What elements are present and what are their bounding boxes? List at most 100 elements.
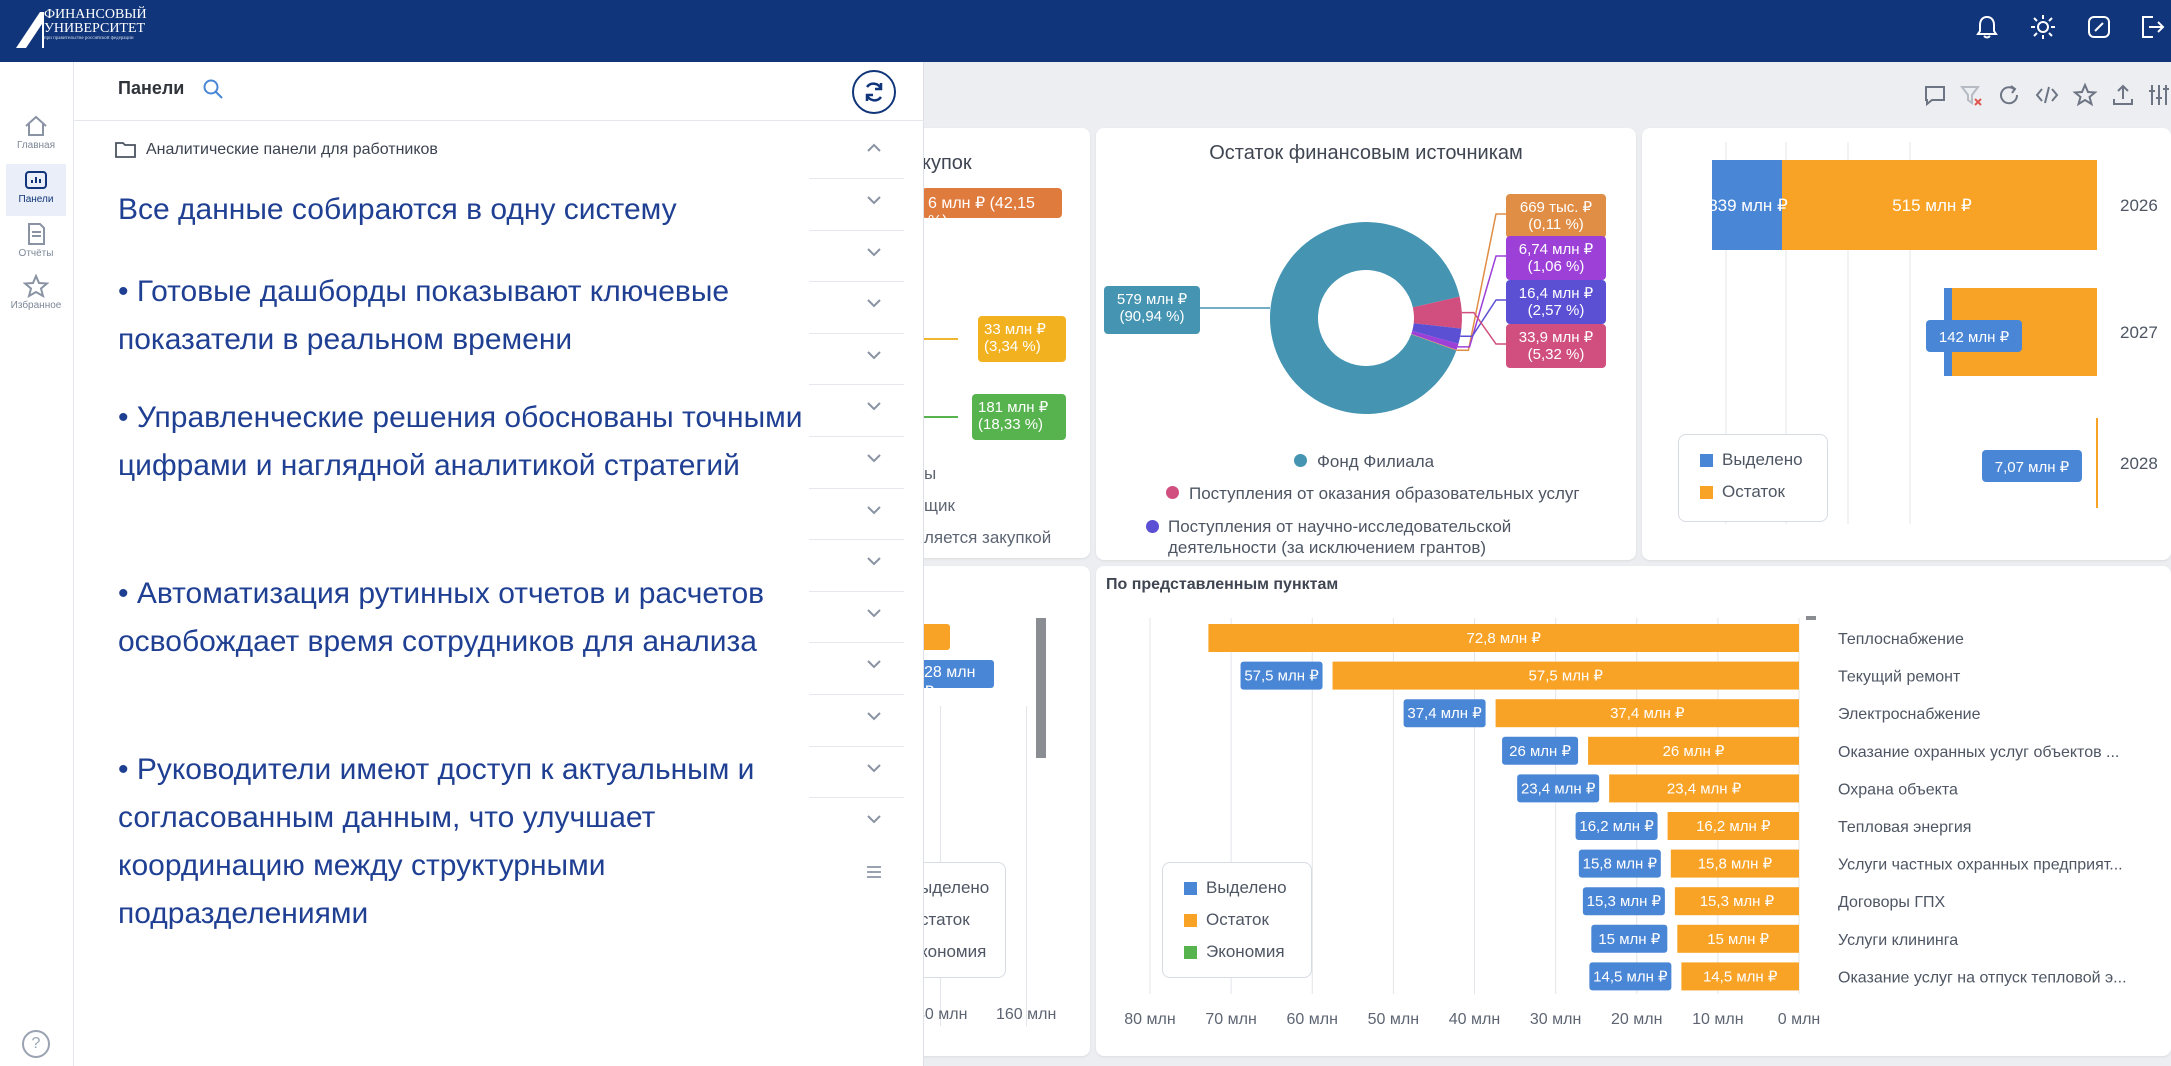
legend-item-remaining[interactable]: Остаток: [1184, 910, 1269, 930]
settings-sliders-icon[interactable]: [2146, 82, 2171, 108]
nav-home[interactable]: Главная: [6, 110, 66, 162]
donut-chart[interactable]: 579 млн ₽(90,94 %) 669 тыс. ₽(0,11 %) 6,74…: [1096, 168, 1636, 468]
bar-label: 26 млн ₽: [1663, 743, 1725, 760]
category-label: Текущий ремонт: [1838, 669, 1961, 686]
legend-square: [1184, 914, 1197, 927]
legend-item-allocated[interactable]: Выделено: [1184, 878, 1287, 898]
code-icon[interactable]: [2034, 82, 2060, 108]
bar-label: 16,2 млн ₽: [1696, 818, 1771, 835]
nav-panels-label: Панели: [18, 194, 54, 205]
chevron-down-icon[interactable]: [864, 448, 884, 468]
help-button[interactable]: ?: [22, 1030, 50, 1058]
chevron-down-icon[interactable]: [864, 758, 884, 778]
comment-icon[interactable]: [1922, 82, 1948, 108]
legend-item-savings[interactable]: Экономия: [1184, 942, 1285, 962]
bar-label: 37,4 млн ₽: [1407, 705, 1482, 722]
slice-label: (0,11 %): [1528, 216, 1584, 233]
search-icon[interactable]: [202, 78, 224, 100]
row-divider: [809, 590, 904, 592]
logout-icon[interactable]: [2136, 12, 2166, 42]
bar-label[interactable]: 28 млн ₽: [918, 660, 994, 701]
filter-clear-icon[interactable]: [1958, 82, 1984, 108]
axis-tick: 70 млн: [1205, 1011, 1256, 1028]
menu-icon[interactable]: [864, 862, 884, 882]
star-icon[interactable]: [2072, 82, 2098, 108]
slice-label: 579 млн ₽: [1117, 291, 1188, 308]
legend-label: Экономия: [1206, 942, 1285, 961]
chevron-down-icon[interactable]: [864, 190, 884, 210]
nav-reports-label: Отчёты: [18, 248, 54, 259]
refresh-button[interactable]: [852, 70, 896, 114]
legend-fragment[interactable]: ыделено: [920, 878, 989, 898]
scrollbar-thumb[interactable]: [1806, 616, 1816, 620]
home-icon: [25, 115, 47, 136]
funding-sources-card: Остаток финансовым источникам 579 млн ₽(…: [1096, 128, 1636, 560]
axis-tick: 60 млн: [1287, 1011, 1338, 1028]
nav-favorites[interactable]: Избранное: [6, 270, 66, 322]
category-label: Услуги частных охранных предприят...: [1838, 857, 2123, 874]
row-divider: [809, 745, 904, 747]
chevron-up-icon[interactable]: [864, 138, 884, 158]
folder-row[interactable]: Аналитические панели для работников: [114, 134, 904, 168]
category-label: Услуги клининга: [1838, 932, 1958, 949]
row-divider: [809, 797, 904, 799]
chevron-down-icon[interactable]: [864, 551, 884, 571]
legend-fragment[interactable]: статок: [920, 910, 970, 930]
legend-square: [1184, 882, 1197, 895]
legend-item[interactable]: Поступления от оказания образовательных …: [1166, 484, 1580, 504]
slice-label: 16,4 млн ₽: [1519, 285, 1594, 302]
bar-label: 57,5 млн ₽: [1529, 668, 1604, 685]
slice-label: (1,06 %): [1528, 258, 1585, 275]
bar-remaining[interactable]: [2096, 418, 2098, 508]
legend-fragment: ляется закупкой: [924, 528, 1052, 547]
scrollbar-thumb[interactable]: [1036, 618, 1046, 758]
edit-icon[interactable]: [2084, 12, 2114, 42]
text-bullet-3: • Автоматизация рутинных отчетов и расче…: [118, 577, 765, 658]
legend-square: [1700, 486, 1713, 499]
legend-item[interactable]: Поступления от научно-исследовательской …: [1146, 516, 1511, 558]
chevron-down-icon[interactable]: [864, 500, 884, 520]
legend-label: Поступления от оказания образовательных …: [1189, 484, 1580, 503]
row-divider: [809, 642, 904, 644]
text-bullet-4: • Руководители имеют доступ к актуальным…: [118, 753, 755, 930]
chevron-down-icon[interactable]: [864, 345, 884, 365]
legend-fragment[interactable]: кономия: [920, 942, 986, 962]
bell-icon[interactable]: [1972, 12, 2002, 42]
bar-label: 15 млн ₽: [1598, 931, 1660, 948]
logo-text: ФИНАНСОВЫЙ УНИВЕРСИТЕТ при правительстве…: [44, 7, 147, 42]
legend-label: Остаток: [1206, 910, 1269, 929]
bar-label: 515 млн ₽: [1892, 196, 1972, 215]
chevron-down-icon[interactable]: [864, 809, 884, 829]
axis-tick: 50 млн: [1368, 1011, 1419, 1028]
upload-icon[interactable]: [2110, 82, 2136, 108]
refresh-icon[interactable]: [1996, 82, 2022, 108]
chevron-down-icon[interactable]: [864, 396, 884, 416]
legend-label: Выделено: [1722, 450, 1803, 469]
bar-label: 16,2 млн ₽: [1579, 818, 1654, 835]
legend-item-remaining[interactable]: Остаток: [1700, 482, 1785, 502]
chevron-down-icon[interactable]: [864, 654, 884, 674]
row-divider: [809, 332, 904, 334]
slice-label: 669 тыс. ₽: [1520, 199, 1593, 216]
legend-item-allocated[interactable]: Выделено: [1700, 450, 1803, 470]
slice-label: 33,9 млн ₽: [1519, 329, 1594, 346]
category-label: Договоры ГПХ: [1838, 894, 1946, 911]
chevron-down-icon[interactable]: [864, 293, 884, 313]
chevron-down-icon[interactable]: [864, 706, 884, 726]
category-label: Охрана объекта: [1838, 781, 1958, 798]
bar-label: 23,4 млн ₽: [1667, 780, 1742, 797]
row-divider: [809, 487, 904, 489]
nav-home-label: Главная: [16, 140, 56, 151]
nav-reports[interactable]: Отчёты: [6, 218, 66, 270]
nav-panels[interactable]: Панели: [6, 164, 66, 216]
items-bar-chart[interactable]: 80 млн 70 млн 60 млн 50 млн 40 млн 30 млн 20 м…: [1096, 566, 2171, 1056]
chevron-down-icon[interactable]: [864, 242, 884, 262]
legend-item[interactable]: Фонд Филиала: [1294, 452, 1434, 472]
refresh-icon: [865, 82, 883, 102]
sun-icon[interactable]: [2028, 12, 2058, 42]
connector-line: [1456, 213, 1506, 351]
chevron-down-icon[interactable]: [864, 603, 884, 623]
document-icon: [28, 223, 45, 245]
axis-tick: 160 млн: [996, 1006, 1057, 1023]
bar-label: 14,5 млн ₽: [1703, 968, 1778, 985]
